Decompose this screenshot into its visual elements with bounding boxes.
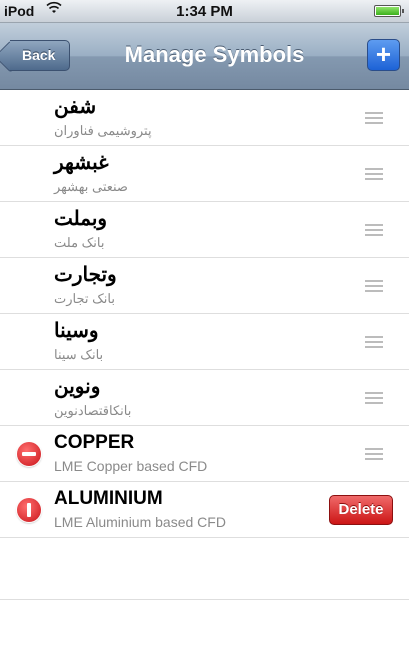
empty-row [0,600,409,659]
delete-toggle-icon[interactable] [17,498,41,522]
list-item[interactable]: وبملت بانک ملت [0,202,409,258]
symbol-subtitle: پتروشیمی فناوران [54,123,152,138]
symbols-list: شفن پتروشیمی فناوران غبشهر صنعتی بهشهر و… [0,90,409,659]
symbol-subtitle: صنعتی بهشهر [54,179,128,194]
page-title: Manage Symbols [124,42,305,67]
reorder-handle-icon[interactable] [365,392,383,405]
symbol-subtitle: بانک تجارت [54,291,115,306]
symbol-title: وسینا [54,320,99,342]
symbol-title: وتجارت [54,264,117,286]
symbol-title: وبملت [54,208,108,230]
list-item[interactable]: ALUMINIUM LME Aluminium based CFD Delete [0,482,409,538]
reorder-handle-icon[interactable] [365,280,383,293]
symbol-title: شفن [54,96,97,118]
symbol-title: ALUMINIUM [54,488,163,509]
list-item[interactable]: COPPER LME Copper based CFD [0,426,409,482]
symbol-subtitle: LME Copper based CFD [54,458,208,474]
reorder-handle-icon[interactable] [365,168,383,181]
back-button[interactable]: Back [10,40,70,71]
clock: 1:34 PM [176,3,233,20]
symbol-subtitle: LME Aluminium based CFD [54,514,226,530]
symbol-subtitle: بانک ملت [54,235,105,250]
battery-icon [374,5,404,17]
delete-toggle-icon[interactable] [17,442,41,466]
symbol-title: غبشهر [54,152,109,174]
symbol-title: ونوین [54,376,101,398]
list-item[interactable]: شفن پتروشیمی فناوران [0,90,409,146]
empty-row [0,538,409,600]
delete-button[interactable]: Delete [329,495,393,525]
symbol-subtitle: بانک سینا [54,347,104,362]
list-item[interactable]: ونوین بانکاقتصادنوین [0,370,409,426]
add-symbol-button[interactable]: + [367,39,400,71]
symbol-subtitle: بانکاقتصادنوین [54,403,132,418]
symbol-title: COPPER [54,432,135,453]
list-item[interactable]: غبشهر صنعتی بهشهر [0,146,409,202]
list-item[interactable]: وتجارت بانک تجارت [0,258,409,314]
navigation-bar: Back Manage Symbols + [0,23,409,90]
reorder-handle-icon[interactable] [365,224,383,237]
status-bar: iPod 1:34 PM [0,0,409,23]
reorder-handle-icon[interactable] [365,336,383,349]
reorder-handle-icon[interactable] [365,448,383,461]
reorder-handle-icon[interactable] [365,112,383,125]
list-item[interactable]: وسینا بانک سینا [0,314,409,370]
